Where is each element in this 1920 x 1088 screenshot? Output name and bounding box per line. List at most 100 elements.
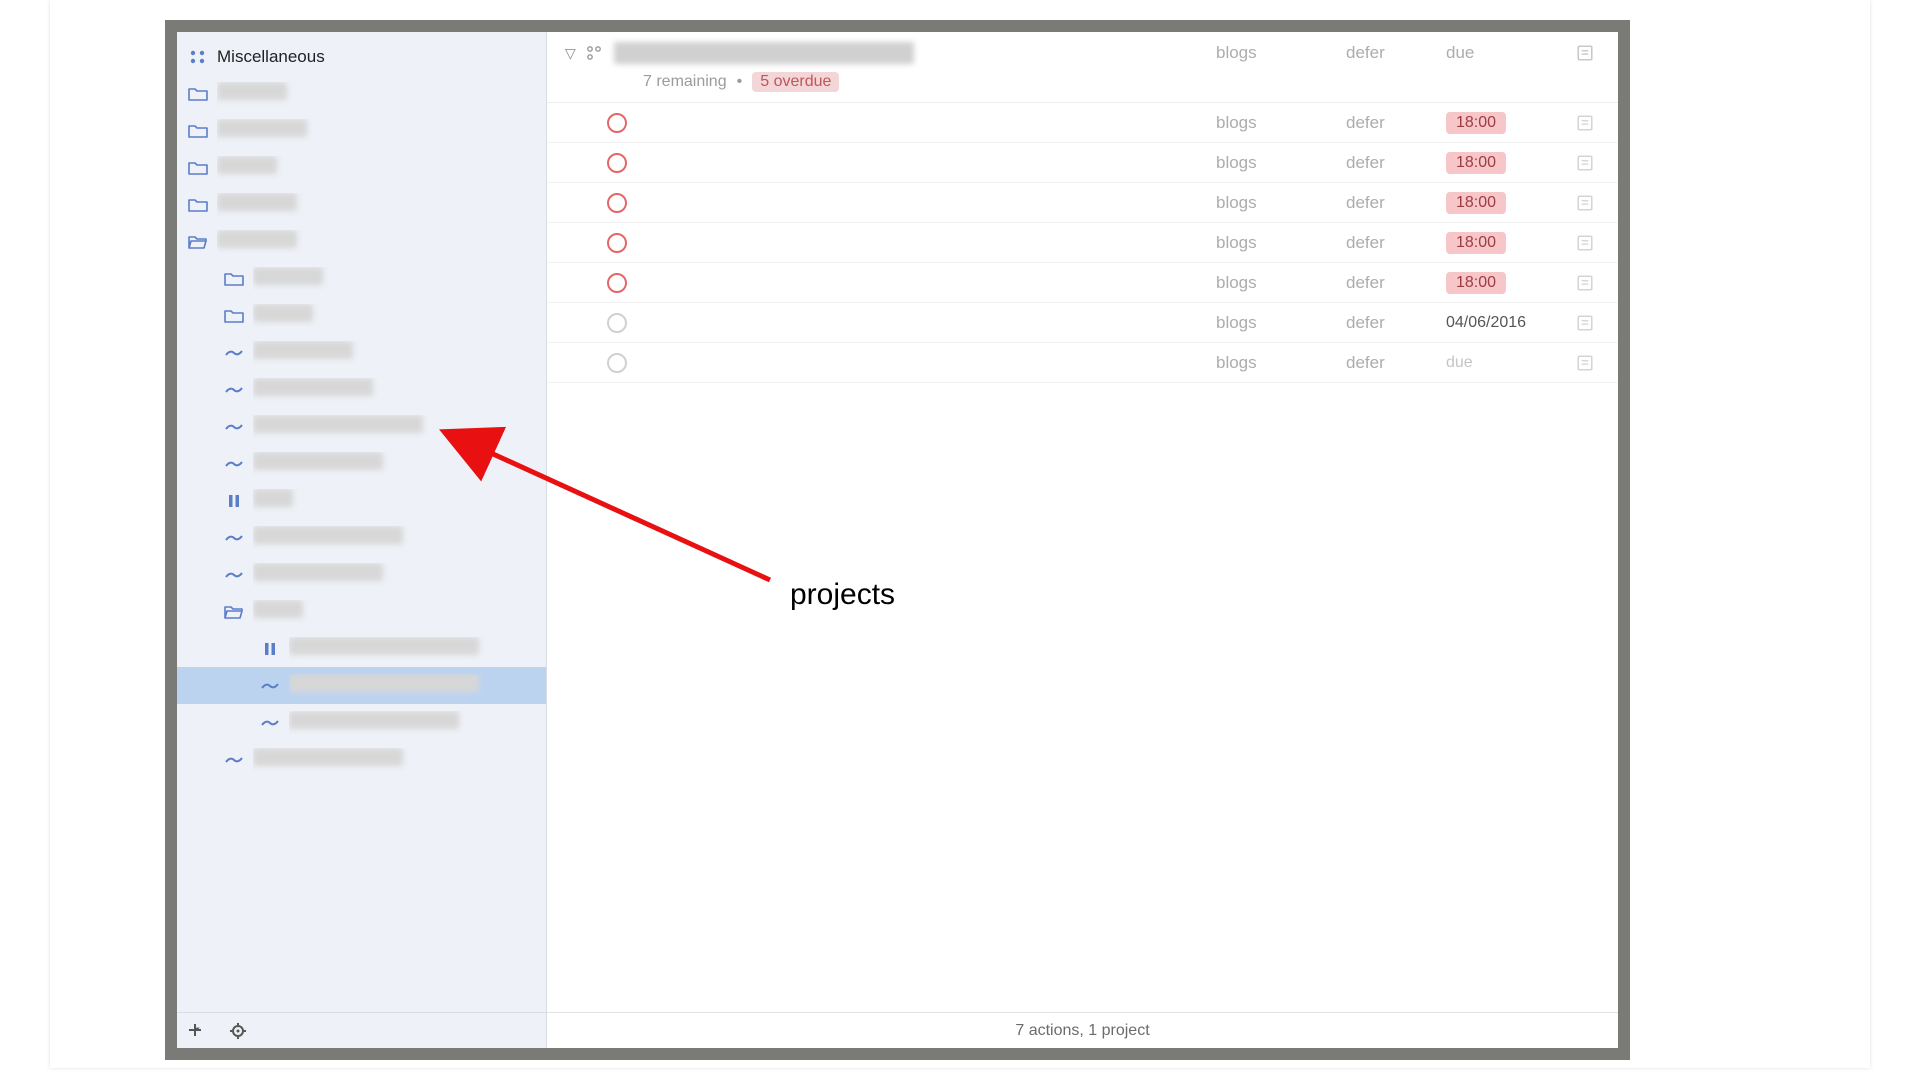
sidebar-project[interactable] xyxy=(177,741,546,778)
task-row[interactable]: blogs defer due xyxy=(547,343,1618,383)
bullet-separator: • xyxy=(737,73,743,91)
project-icon xyxy=(223,348,245,358)
task-row[interactable]: blogs defer 04/06/2016 xyxy=(547,303,1618,343)
task-checkbox-icon[interactable] xyxy=(607,233,627,253)
task-due[interactable]: 18:00 xyxy=(1446,192,1566,214)
add-button[interactable] xyxy=(189,1023,211,1039)
annotation-label: projects xyxy=(790,578,895,612)
task-context[interactable]: blogs xyxy=(1216,153,1336,173)
task-defer[interactable]: defer xyxy=(1346,273,1436,293)
task-defer[interactable]: defer xyxy=(1346,313,1436,333)
sidebar-folder[interactable] xyxy=(177,260,546,297)
sidebar-tree[interactable]: Miscellaneous xyxy=(177,32,546,1012)
project-icon xyxy=(259,681,281,691)
task-context[interactable]: blogs xyxy=(1216,313,1336,333)
sidebar-item-label-redacted xyxy=(289,637,546,660)
sidebar-item-label-redacted xyxy=(253,600,546,623)
task-row[interactable]: blogs defer 18:00 xyxy=(547,143,1618,183)
task-due[interactable]: 18:00 xyxy=(1446,112,1566,134)
sidebar-folder[interactable] xyxy=(177,186,546,223)
task-row[interactable]: blogs defer 18:00 xyxy=(547,263,1618,303)
task-defer[interactable]: defer xyxy=(1346,193,1436,213)
sidebar-folder[interactable] xyxy=(177,593,546,630)
task-row[interactable]: blogs defer 18:00 xyxy=(547,223,1618,263)
sidebar-project[interactable] xyxy=(177,334,546,371)
gear-button[interactable] xyxy=(229,1022,251,1040)
task-note-icon[interactable] xyxy=(1576,354,1600,372)
task-due[interactable]: 18:00 xyxy=(1446,232,1566,254)
task-note-icon[interactable] xyxy=(1576,234,1600,252)
folder-open-icon xyxy=(187,234,209,250)
sidebar-folder[interactable] xyxy=(177,297,546,334)
sidebar-item-label-redacted xyxy=(253,526,546,549)
task-defer[interactable]: defer xyxy=(1346,233,1436,253)
task-context[interactable]: blogs xyxy=(1216,273,1336,293)
task-row[interactable]: blogs defer 18:00 xyxy=(547,183,1618,223)
project-type-icon xyxy=(586,45,604,61)
sidebar-project[interactable] xyxy=(177,556,546,593)
sidebar-project[interactable] xyxy=(177,445,546,482)
task-context[interactable]: blogs xyxy=(1216,233,1336,253)
project-header: ▽ blogs defer due xyxy=(547,32,1618,72)
project-icon xyxy=(223,570,245,580)
sidebar-item-label-redacted xyxy=(217,193,546,216)
task-checkbox-icon[interactable] xyxy=(607,153,627,173)
task-note-icon[interactable] xyxy=(1576,274,1600,292)
sidebar-folder[interactable] xyxy=(177,75,546,112)
task-context[interactable]: blogs xyxy=(1216,113,1336,133)
sidebar-project[interactable] xyxy=(177,519,546,556)
task-row[interactable]: blogs defer 18:00 xyxy=(547,103,1618,143)
task-checkbox-icon[interactable] xyxy=(607,113,627,133)
task-due[interactable]: due xyxy=(1446,354,1566,372)
perspective-icon xyxy=(187,49,209,65)
project-subheader: 7 remaining • 5 overdue xyxy=(547,72,1618,103)
task-checkbox-icon[interactable] xyxy=(607,273,627,293)
project-icon xyxy=(223,459,245,469)
task-note-icon[interactable] xyxy=(1576,314,1600,332)
sidebar-project[interactable] xyxy=(177,482,546,519)
task-defer[interactable]: defer xyxy=(1346,353,1436,373)
column-header-defer[interactable]: defer xyxy=(1346,43,1436,63)
project-title-redacted xyxy=(614,42,914,64)
folder-icon xyxy=(223,271,245,287)
project-icon xyxy=(223,533,245,543)
sidebar-item-label-redacted xyxy=(289,711,546,734)
task-checkbox-icon[interactable] xyxy=(607,193,627,213)
perspective-label: Miscellaneous xyxy=(217,47,546,67)
task-due[interactable]: 04/06/2016 xyxy=(1446,314,1566,332)
task-checkbox-icon[interactable] xyxy=(607,313,627,333)
sidebar-item-label-redacted xyxy=(253,415,546,438)
sidebar-folder[interactable] xyxy=(177,112,546,149)
column-header-due[interactable]: due xyxy=(1446,43,1566,63)
sidebar-project[interactable] xyxy=(177,630,546,667)
perspective-row[interactable]: Miscellaneous xyxy=(177,38,546,75)
task-due[interactable]: 18:00 xyxy=(1446,152,1566,174)
sidebar-folder[interactable] xyxy=(177,223,546,260)
task-defer[interactable]: defer xyxy=(1346,153,1436,173)
sidebar-project[interactable] xyxy=(177,667,546,704)
sidebar-item-label-redacted xyxy=(253,341,546,364)
sidebar-folder[interactable] xyxy=(177,149,546,186)
main-pane: ▽ blogs defer due 7 remaining xyxy=(547,32,1618,1048)
task-checkbox-icon[interactable] xyxy=(607,353,627,373)
task-note-icon[interactable] xyxy=(1576,154,1600,172)
sidebar-item-label-redacted xyxy=(253,452,546,475)
sidebar-item-label-redacted xyxy=(253,304,546,327)
sidebar-item-label-redacted xyxy=(253,267,546,290)
folder-icon xyxy=(223,308,245,324)
sidebar-project[interactable] xyxy=(177,371,546,408)
task-list: blogs defer 18:00 blogs defer 18:00 blogs defer… xyxy=(547,103,1618,383)
column-header-context[interactable]: blogs xyxy=(1216,43,1336,63)
sidebar-project[interactable] xyxy=(177,704,546,741)
task-note-icon[interactable] xyxy=(1576,194,1600,212)
project-icon xyxy=(259,718,281,728)
disclosure-triangle-icon[interactable]: ▽ xyxy=(565,45,576,62)
task-context[interactable]: blogs xyxy=(1216,193,1336,213)
task-defer[interactable]: defer xyxy=(1346,113,1436,133)
sidebar-project[interactable] xyxy=(177,408,546,445)
task-note-icon[interactable] xyxy=(1576,114,1600,132)
task-due[interactable]: 18:00 xyxy=(1446,272,1566,294)
sidebar: Miscellaneous xyxy=(177,32,547,1048)
task-context[interactable]: blogs xyxy=(1216,353,1336,373)
folder-icon xyxy=(187,197,209,213)
